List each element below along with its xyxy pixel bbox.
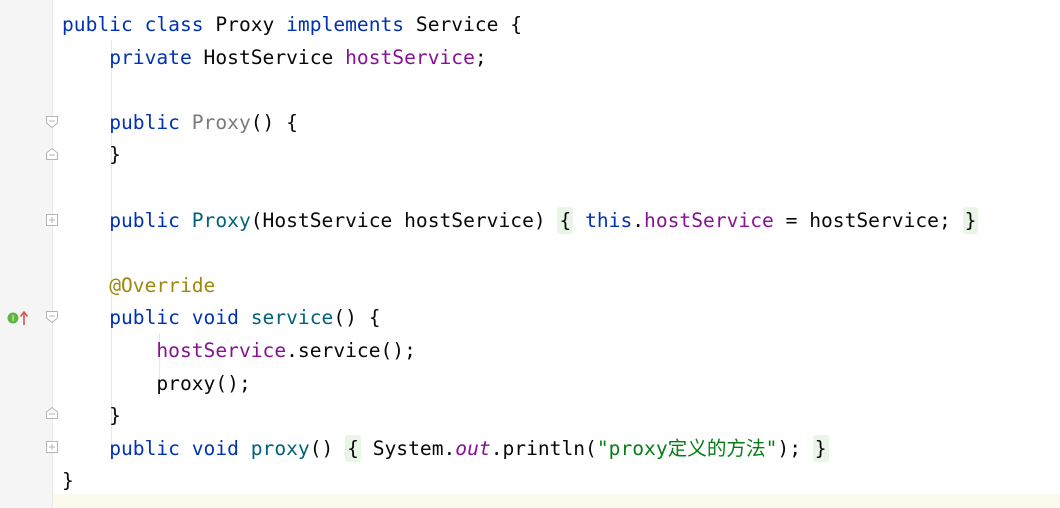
code-line[interactable]: } [53, 465, 1060, 497]
code-token: hostService [644, 208, 774, 232]
code-token: public [109, 436, 180, 460]
code-token: service [250, 306, 334, 330]
code-line[interactable]: } [53, 400, 1060, 432]
code-token: ); [777, 436, 813, 460]
code-token: .service(); [286, 339, 416, 362]
code-line[interactable]: public void proxy() { System.out.println… [53, 433, 1060, 465]
code-token: void [191, 306, 239, 330]
implements-method-icon[interactable]: I [7, 310, 31, 326]
svg-text:I: I [12, 314, 14, 323]
code-token: Proxy [203, 13, 287, 36]
code-line[interactable]: hostService.service(); [53, 335, 1060, 367]
code-token: hostService [156, 339, 287, 362]
code-text: } [62, 465, 74, 497]
code-token: "proxy定义的方法" [596, 436, 778, 460]
code-token: this [585, 208, 633, 232]
code-token: hostService [345, 45, 475, 69]
code-token: proxy [250, 436, 310, 460]
code-token: public [62, 13, 133, 36]
code-token: class [144, 13, 204, 36]
code-line[interactable] [53, 74, 1060, 106]
editor-gutter: I [0, 0, 58, 508]
code-text: hostService.service(); [62, 335, 416, 367]
code-token: public [109, 110, 180, 134]
code-token: HostService [191, 45, 346, 69]
code-line[interactable]: } [53, 139, 1060, 171]
code-line[interactable] [53, 237, 1060, 269]
code-text: private HostService hostService; [62, 42, 487, 74]
code-line[interactable]: public void service() { [53, 302, 1060, 334]
code-token: implements [286, 13, 405, 36]
code-token: public [109, 208, 180, 232]
code-token: } [62, 143, 121, 167]
code-text: @Override [62, 270, 215, 302]
code-text: public class Proxy implements Service { [62, 9, 522, 41]
code-line[interactable]: public class Proxy implements Service { [53, 9, 1060, 41]
code-token: System. [360, 436, 456, 460]
code-token: Service { [404, 13, 523, 36]
code-token: private [109, 45, 192, 69]
code-editor[interactable]: public class Proxy implements Service { … [53, 0, 1060, 508]
code-token: { [345, 434, 361, 462]
code-token: proxy(); [62, 371, 251, 395]
code-line[interactable]: public Proxy(HostService hostService) { … [53, 205, 1060, 237]
code-text: public void proxy() { System.out.println… [62, 433, 829, 465]
code-token: } [962, 206, 979, 234]
code-token: } [812, 434, 829, 462]
code-line[interactable] [53, 172, 1060, 204]
code-token: Proxy [191, 208, 251, 232]
code-token: . [632, 208, 645, 232]
code-token: ; [474, 45, 487, 69]
code-text: public Proxy(HostService hostService) { … [62, 205, 979, 237]
code-line[interactable]: private HostService hostService; [53, 42, 1060, 74]
code-token: } [62, 469, 74, 493]
code-token: (HostService hostService) [250, 208, 558, 232]
code-line[interactable]: public Proxy() { [53, 107, 1060, 139]
code-text: public void service() { [62, 302, 381, 334]
code-token: = hostService; [773, 208, 963, 232]
code-token: void [191, 436, 239, 460]
code-token: () { [250, 110, 298, 134]
code-token: Proxy [191, 110, 251, 134]
code-text: } [62, 139, 121, 171]
code-token: } [62, 404, 121, 428]
code-token: .println( [490, 436, 597, 460]
code-line[interactable]: proxy(); [53, 368, 1060, 400]
code-line[interactable]: @Override [53, 270, 1060, 302]
code-token: public [109, 306, 180, 330]
code-text: proxy(); [62, 368, 251, 400]
code-text: public Proxy() { [62, 107, 298, 139]
code-token: () [309, 436, 346, 460]
code-text: } [62, 400, 121, 432]
code-token: @Override [109, 273, 216, 297]
code-token: { [557, 206, 574, 234]
code-token: () { [333, 306, 381, 330]
code-token: out [455, 436, 491, 460]
